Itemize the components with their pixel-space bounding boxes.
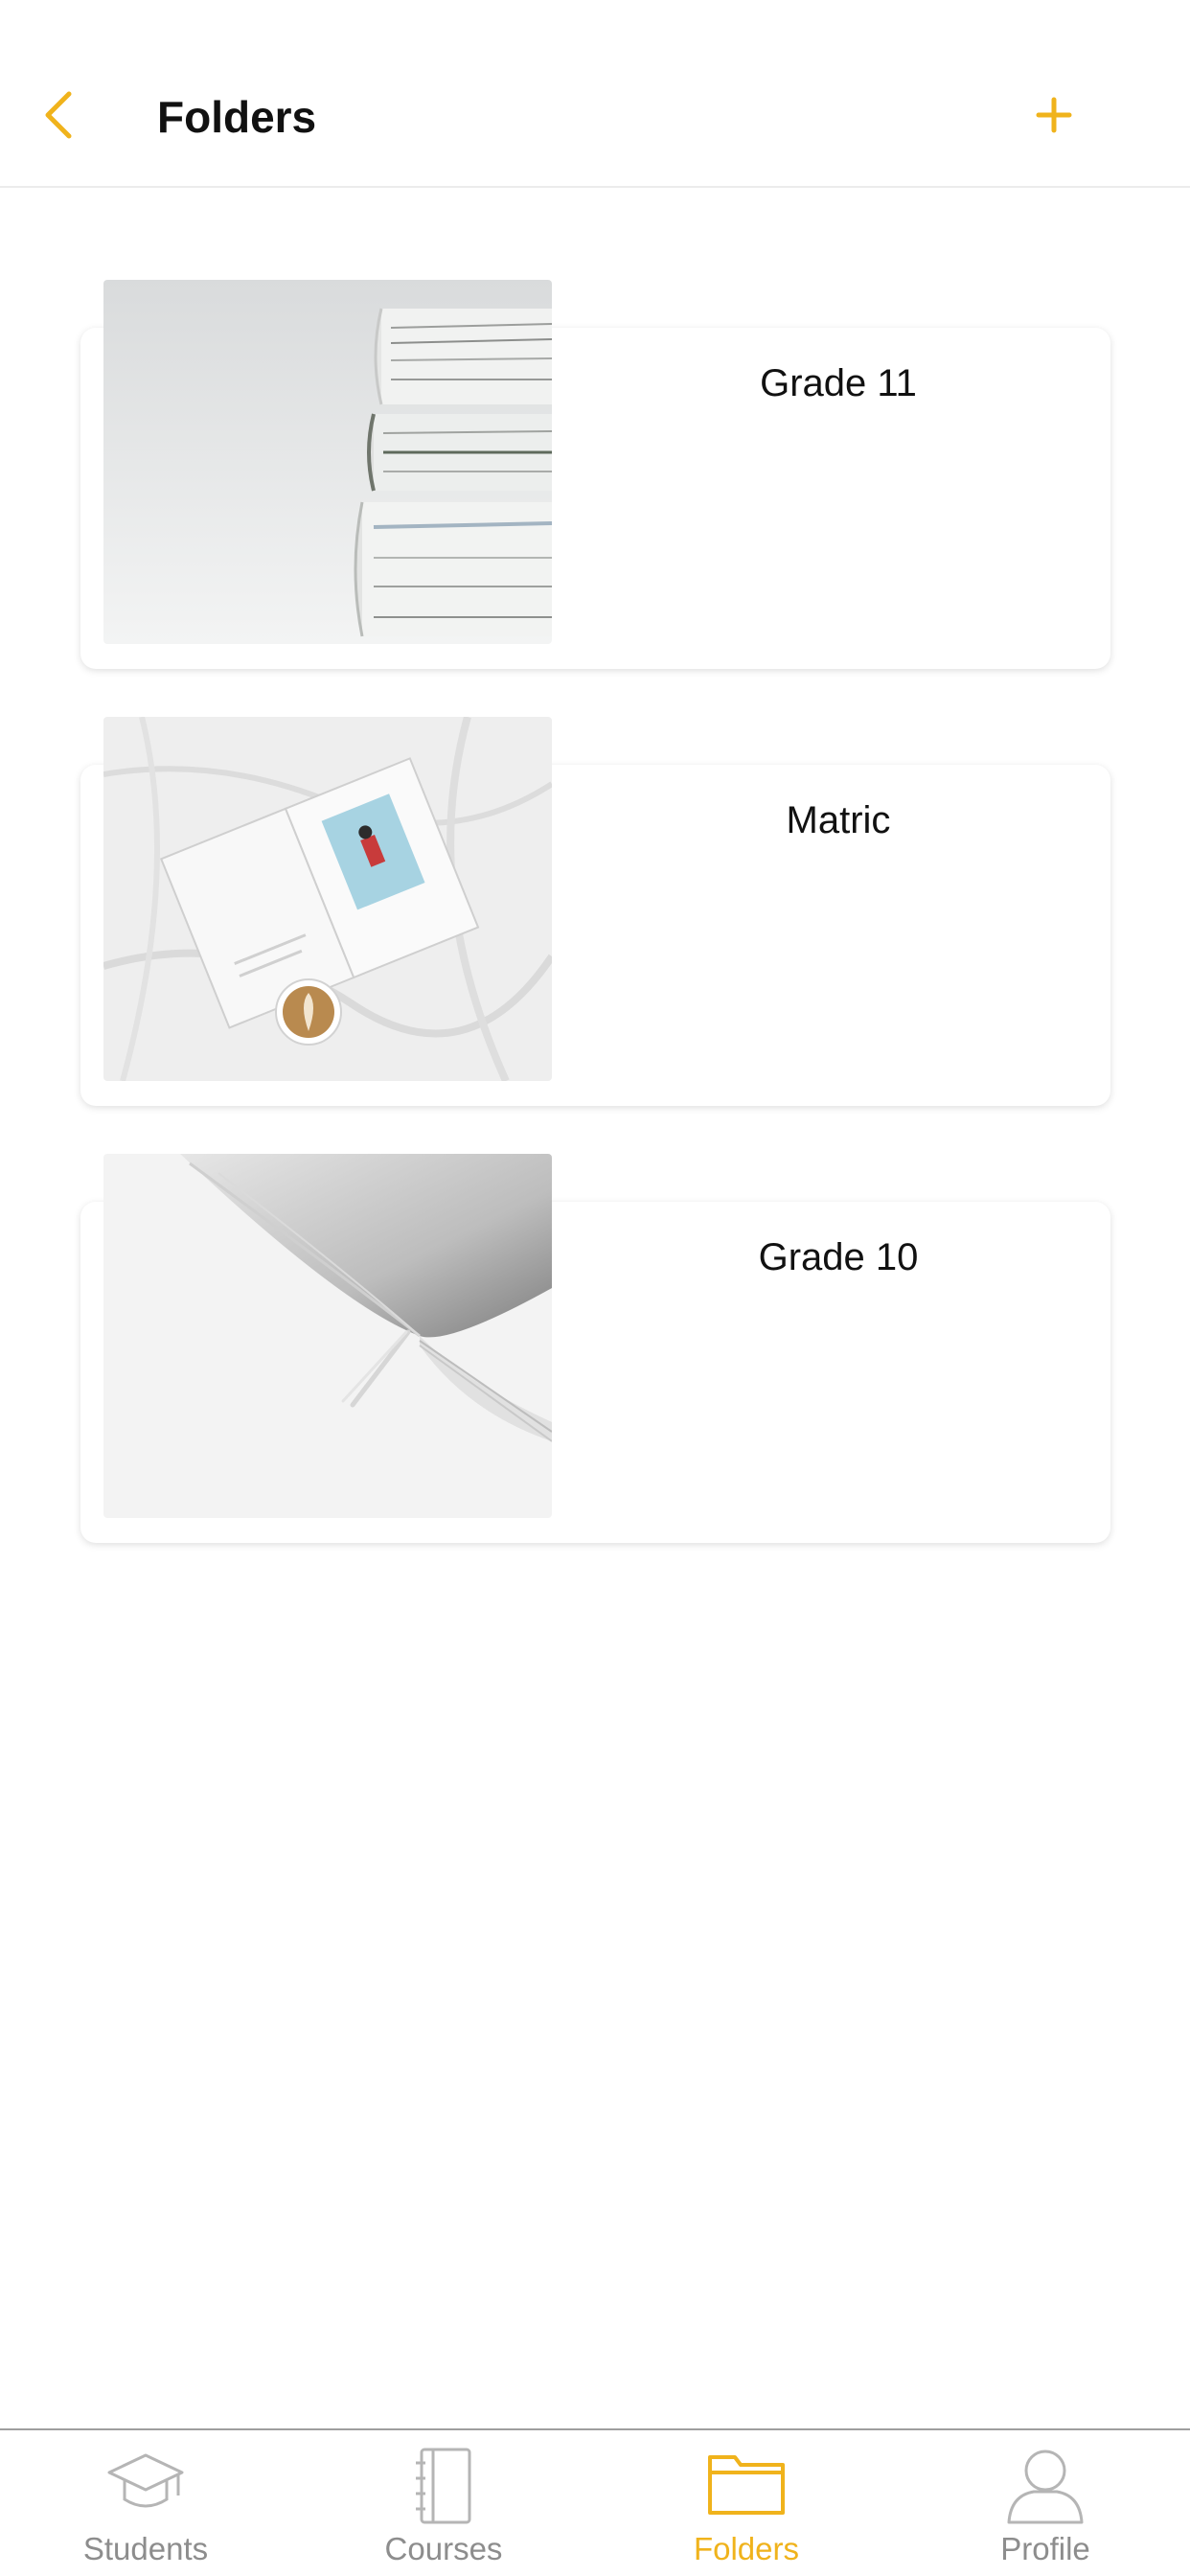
add-folder-button[interactable] <box>1033 92 1075 138</box>
chevron-left-icon <box>45 91 72 139</box>
tab-label: Profile <box>1000 2531 1090 2566</box>
tab-profile[interactable]: Profile <box>926 2430 1165 2576</box>
folder-icon <box>708 2455 785 2515</box>
page-title: Folders <box>157 92 317 142</box>
tab-folders[interactable]: Folders <box>627 2430 866 2576</box>
tab-label: Courses <box>384 2531 503 2566</box>
notebook-icon <box>416 2448 471 2524</box>
graduation-cap-icon <box>107 2453 184 2508</box>
folder-image-book-coffee <box>103 717 552 1081</box>
tab-label: Folders <box>693 2531 800 2566</box>
tab-label: Students <box>82 2531 209 2566</box>
tab-courses[interactable]: Courses <box>324 2430 563 2576</box>
folder-image-binders <box>103 280 552 644</box>
folder-label: Grade 11 <box>760 362 917 404</box>
folder-label: Matric <box>786 799 891 841</box>
plus-icon <box>1036 97 1072 133</box>
tab-students[interactable]: Students <box>26 2430 265 2576</box>
folders-screen: Folders Grade 11 Matric Grade 10 Student… <box>0 0 1190 2576</box>
folder-image-open-book <box>103 1154 552 1518</box>
bottom-tab-bar: Students Courses Folders Profile <box>0 2428 1190 2576</box>
person-icon <box>1007 2450 1084 2524</box>
back-button[interactable] <box>38 88 80 142</box>
folder-label: Grade 10 <box>758 1236 919 1278</box>
top-bar: Folders <box>0 0 1190 188</box>
